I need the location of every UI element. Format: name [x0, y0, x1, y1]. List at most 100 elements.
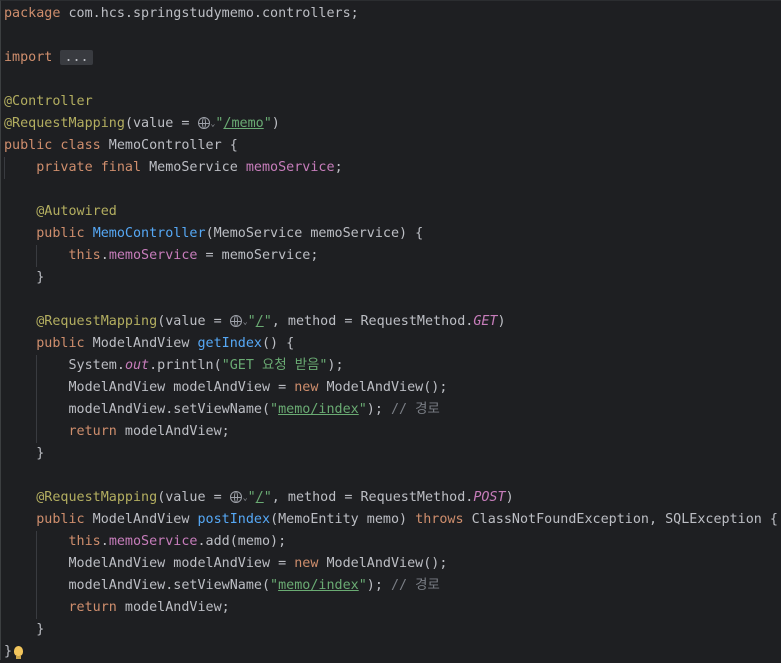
- folded-imports[interactable]: ...: [60, 50, 93, 65]
- type: MemoService: [141, 160, 246, 175]
- keyword: package: [4, 6, 61, 21]
- field: memoService: [108, 534, 198, 549]
- code-line[interactable]: @RequestMapping(value = ⌄"/memo"): [4, 113, 781, 135]
- code-line[interactable]: @Controller: [4, 91, 781, 113]
- comment: // 경로: [390, 402, 440, 417]
- code-line[interactable]: @RequestMapping(value = ⌄"/", method = R…: [4, 487, 781, 509]
- code-line[interactable]: @RequestMapping(value = ⌄"/", method = R…: [4, 311, 781, 333]
- url-link[interactable]: /: [256, 314, 264, 329]
- comment: // 경로: [390, 578, 440, 593]
- code-line[interactable]: public ModelAndView getIndex() {: [4, 333, 781, 355]
- text: modelAndView.setViewName(: [68, 578, 271, 593]
- code-line[interactable]: import ...: [4, 47, 781, 69]
- code-line[interactable]: modelAndView.setViewName("memo/index"); …: [4, 575, 781, 597]
- quote: ": [247, 490, 256, 505]
- code-line[interactable]: modelAndView.setViewName("memo/index"); …: [4, 399, 781, 421]
- indent-guide: [36, 597, 37, 619]
- blank-line[interactable]: [4, 25, 781, 47]
- text: }: [36, 446, 45, 461]
- text: ModelAndView modelAndView =: [68, 556, 295, 571]
- globe-icon[interactable]: [229, 491, 242, 503]
- keyword: this: [68, 248, 101, 263]
- class-name: MemoController {: [100, 138, 238, 153]
- text: }: [36, 270, 45, 285]
- url-link[interactable]: /: [256, 490, 264, 505]
- keyword: return: [68, 600, 117, 615]
- code-line[interactable]: public class MemoController {: [4, 135, 781, 157]
- blank-line[interactable]: [4, 69, 781, 91]
- blank-line[interactable]: [4, 289, 781, 311]
- field: memoService: [108, 248, 198, 263]
- globe-icon[interactable]: [197, 117, 210, 129]
- quote: ": [358, 578, 367, 593]
- keyword: public class: [4, 138, 101, 153]
- method-name: postIndex: [197, 512, 271, 527]
- code-line[interactable]: }: [4, 619, 781, 641]
- code-line[interactable]: this.memoService = memoService;: [4, 245, 781, 267]
- code-line[interactable]: System.out.println("GET 요청 받음");: [4, 355, 781, 377]
- blank-line[interactable]: [4, 179, 781, 201]
- constructor-name: MemoController: [92, 226, 206, 241]
- text: ClassNotFoundException, SQLException {: [463, 512, 778, 527]
- code-line[interactable]: package com.hcs.springstudymemo.controll…: [4, 3, 781, 25]
- code-line[interactable]: public ModelAndView postIndex(MemoEntity…: [4, 509, 781, 531]
- keyword: import: [4, 50, 53, 65]
- code-line[interactable]: ModelAndView modelAndView = new ModelAnd…: [4, 553, 781, 575]
- code-area[interactable]: package com.hcs.springstudymemo.controll…: [4, 3, 781, 663]
- lightbulb-icon[interactable]: [14, 646, 24, 659]
- code-line[interactable]: return modelAndView;: [4, 421, 781, 443]
- annotation: @Controller: [4, 94, 93, 109]
- globe-icon[interactable]: [229, 315, 242, 327]
- indent-guide: [36, 421, 37, 443]
- text: );: [327, 358, 344, 373]
- text: ModelAndView();: [318, 556, 448, 571]
- quote: ": [263, 490, 272, 505]
- indent-guide: [36, 377, 37, 399]
- text: }: [4, 644, 13, 659]
- annotation: @RequestMapping: [4, 116, 125, 131]
- text: = memoService;: [197, 248, 319, 263]
- code-line[interactable]: }: [4, 267, 781, 289]
- keyword: public: [36, 512, 85, 527]
- enum-constant: POST: [473, 490, 506, 505]
- keyword: throws: [415, 512, 464, 527]
- code-line[interactable]: this.memoService.add(memo);: [4, 531, 781, 553]
- text: () {: [262, 336, 295, 351]
- text: , method = RequestMethod.: [271, 314, 474, 329]
- code-line[interactable]: ModelAndView modelAndView = new ModelAnd…: [4, 377, 781, 399]
- text: }: [36, 622, 45, 637]
- text: (MemoService memoService) {: [205, 226, 424, 241]
- text: (MemoEntity memo): [270, 512, 416, 527]
- code-line[interactable]: public MemoController(MemoService memoSe…: [4, 223, 781, 245]
- indent-guide: [36, 575, 37, 597]
- blank-line[interactable]: [4, 465, 781, 487]
- indent-guide: [36, 399, 37, 421]
- text: .: [100, 248, 109, 263]
- text: .add(memo);: [197, 534, 287, 549]
- indent-guide: [4, 157, 5, 179]
- quote: ": [270, 578, 279, 593]
- text: (value =: [157, 490, 230, 505]
- annotation: @RequestMapping: [36, 490, 158, 505]
- keyword: new: [294, 380, 319, 395]
- text: ;: [334, 160, 343, 175]
- text: (value =: [124, 116, 198, 131]
- view-path-link[interactable]: memo/index: [278, 578, 359, 593]
- type: ModelAndView: [84, 512, 198, 527]
- text: );: [366, 402, 391, 417]
- code-line[interactable]: private final MemoService memoService;: [4, 157, 781, 179]
- code-line[interactable]: @Autowired: [4, 201, 781, 223]
- quote: ": [247, 314, 256, 329]
- type: ModelAndView: [84, 336, 198, 351]
- text: );: [366, 578, 391, 593]
- code-line[interactable]: }: [4, 443, 781, 465]
- text: .: [100, 534, 109, 549]
- quote: ": [263, 116, 272, 131]
- view-path-link[interactable]: memo/index: [278, 402, 359, 417]
- indent-guide: [36, 531, 37, 553]
- text: , method = RequestMethod.: [271, 490, 474, 505]
- code-line[interactable]: return modelAndView;: [4, 597, 781, 619]
- keyword: public: [36, 226, 85, 241]
- code-editor[interactable]: package com.hcs.springstudymemo.controll…: [0, 0, 781, 660]
- url-link[interactable]: /memo: [223, 116, 263, 131]
